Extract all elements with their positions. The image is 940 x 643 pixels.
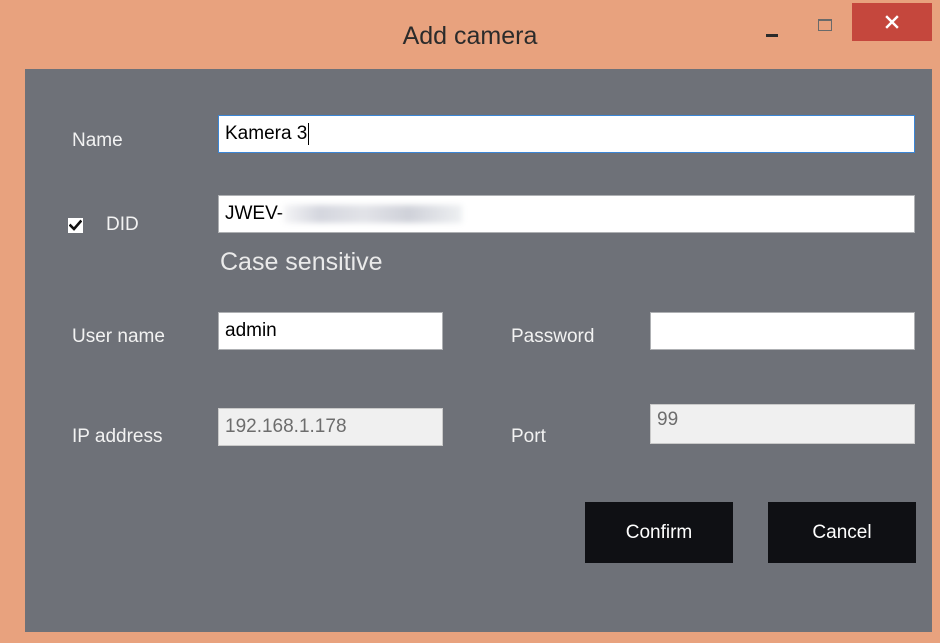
name-label: Name	[72, 130, 123, 151]
username-input[interactable]: admin	[218, 312, 443, 350]
name-input[interactable]: Kamera 3	[218, 115, 915, 153]
port-input: 99	[650, 404, 915, 444]
ip-address-input: 192.168.1.178	[218, 408, 443, 446]
did-input[interactable]: JWEV-	[218, 195, 915, 233]
ip-address-input-value: 192.168.1.178	[225, 416, 347, 437]
minimize-button[interactable]	[752, 4, 792, 44]
did-label: DID	[106, 214, 139, 235]
did-input-value: JWEV-	[225, 203, 284, 224]
minimize-icon	[766, 34, 778, 37]
case-sensitive-note: Case sensitive	[220, 248, 383, 276]
did-checkbox[interactable]	[68, 218, 83, 233]
add-camera-window: Add camera Name Kamera 3 DID JWEV- Case …	[0, 0, 940, 643]
title-bar[interactable]: Add camera	[0, 0, 940, 70]
maximize-icon	[818, 19, 832, 31]
redacted-text	[284, 204, 463, 223]
window-title: Add camera	[402, 22, 538, 50]
text-cursor	[308, 122, 310, 145]
password-label: Password	[511, 326, 595, 347]
port-label: Port	[511, 426, 546, 447]
username-label: User name	[72, 326, 165, 347]
maximize-button[interactable]	[806, 4, 846, 44]
checkmark-icon	[69, 219, 82, 231]
password-input[interactable]	[650, 312, 915, 350]
port-input-value: 99	[657, 409, 679, 430]
confirm-button[interactable]: Confirm	[585, 502, 733, 563]
close-icon	[885, 15, 899, 29]
username-input-value: admin	[225, 320, 277, 341]
close-button[interactable]	[852, 3, 932, 41]
name-input-value: Kamera 3	[225, 123, 308, 144]
cancel-button[interactable]: Cancel	[768, 502, 916, 563]
ip-address-label: IP address	[72, 426, 163, 447]
